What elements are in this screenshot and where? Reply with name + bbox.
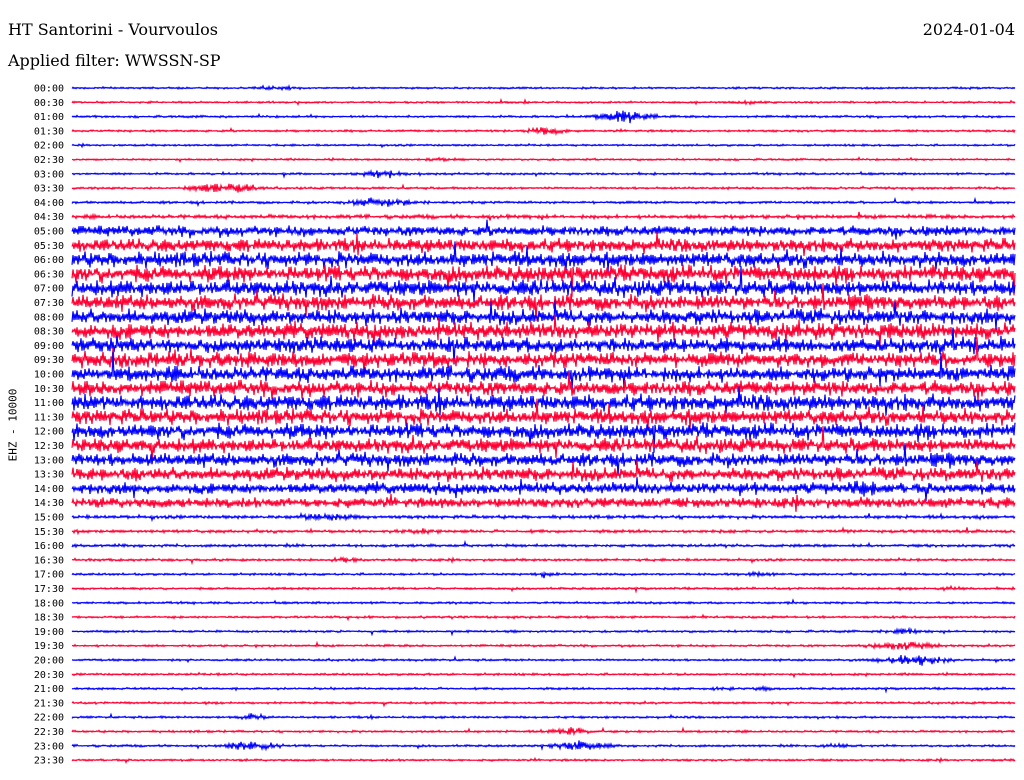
time-tick-label: 19:30 bbox=[34, 641, 64, 652]
time-tick-label: 12:00 bbox=[34, 427, 64, 438]
seismic-trace-line bbox=[71, 613, 1016, 622]
seismic-trace-line bbox=[71, 555, 1016, 566]
seismic-trace-line bbox=[71, 655, 1016, 666]
time-tick-label: 19:00 bbox=[34, 627, 64, 638]
tick-label-group: 00:00 00:30 01:00 01:30 02:00 02:30 03:00 03:30… bbox=[34, 84, 64, 767]
time-tick-label: 12:30 bbox=[34, 441, 64, 452]
seismic-trace-line bbox=[71, 598, 1016, 606]
seismic-trace-line bbox=[71, 264, 1016, 297]
time-tick-label: 04:00 bbox=[34, 198, 64, 209]
seismic-trace-line bbox=[71, 337, 1016, 375]
time-tick-label: 05:00 bbox=[34, 227, 64, 238]
seismic-trace-line bbox=[71, 211, 1016, 221]
trace-group bbox=[71, 84, 1016, 765]
time-tick-label: 08:00 bbox=[34, 312, 64, 323]
time-tick-label: 17:30 bbox=[34, 584, 64, 595]
time-tick-label: 23:00 bbox=[34, 741, 64, 752]
seismic-trace-line bbox=[71, 232, 1016, 256]
seismic-trace-line bbox=[71, 110, 1016, 124]
time-tick-label: 09:00 bbox=[34, 341, 64, 352]
time-tick-label: 07:00 bbox=[34, 284, 64, 295]
time-tick-label: 16:30 bbox=[34, 555, 64, 566]
seismic-trace-line bbox=[71, 726, 1016, 737]
seismic-trace-line bbox=[71, 84, 1016, 92]
seismic-trace-line bbox=[71, 526, 1016, 536]
seismic-trace-line bbox=[71, 584, 1016, 594]
time-tick-label: 06:30 bbox=[34, 269, 64, 280]
seismic-trace-line bbox=[71, 494, 1016, 512]
seismic-trace-line bbox=[71, 196, 1016, 208]
seismic-trace-line bbox=[71, 640, 1016, 651]
time-tick-label: 01:00 bbox=[34, 112, 64, 123]
time-tick-label: 13:00 bbox=[34, 455, 64, 466]
seismic-trace-line bbox=[71, 671, 1016, 679]
seismic-trace-line bbox=[71, 156, 1016, 164]
time-tick-label: 20:30 bbox=[34, 670, 64, 681]
time-tick-label: 21:00 bbox=[34, 684, 64, 695]
seismic-trace-line bbox=[71, 539, 1016, 550]
time-tick-label: 22:30 bbox=[34, 727, 64, 738]
time-tick-label: 10:00 bbox=[34, 370, 64, 381]
seismic-trace-line bbox=[71, 700, 1016, 708]
time-tick-label: 01:30 bbox=[34, 126, 64, 137]
time-tick-label: 14:30 bbox=[34, 498, 64, 509]
seismic-trace-line bbox=[71, 511, 1016, 523]
time-tick-label: 00:00 bbox=[34, 84, 64, 95]
time-tick-label: 06:00 bbox=[34, 255, 64, 266]
time-tick-label: 20:00 bbox=[34, 656, 64, 667]
time-tick-label: 10:30 bbox=[34, 384, 64, 395]
seismic-trace-line bbox=[71, 740, 1016, 752]
helicorder-plot: 00:00 00:30 01:00 01:30 02:00 02:30 03:00 03:30… bbox=[34, 84, 1016, 767]
time-tick-label: 09:30 bbox=[34, 355, 64, 366]
seismic-trace-line bbox=[71, 168, 1016, 179]
time-tick-label: 03:30 bbox=[34, 184, 64, 195]
time-tick-label: 15:30 bbox=[34, 527, 64, 538]
time-tick-label: 23:30 bbox=[34, 756, 64, 767]
time-tick-label: 15:00 bbox=[34, 513, 64, 524]
seismic-trace-line bbox=[71, 684, 1016, 694]
seismic-trace-line bbox=[71, 126, 1016, 136]
seismic-trace-line bbox=[71, 97, 1016, 106]
time-tick-label: 08:30 bbox=[34, 327, 64, 338]
seismic-trace-line bbox=[71, 626, 1016, 637]
seismic-trace-line bbox=[71, 477, 1016, 501]
time-tick-label: 16:00 bbox=[34, 541, 64, 552]
time-tick-label: 02:30 bbox=[34, 155, 64, 166]
seismic-trace-line bbox=[71, 756, 1016, 765]
seismic-trace-line bbox=[71, 219, 1016, 240]
seismic-trace-line bbox=[71, 142, 1016, 149]
time-tick-label: 11:30 bbox=[34, 412, 64, 423]
seismic-trace-line bbox=[71, 183, 1016, 193]
seismic-trace-line bbox=[71, 712, 1016, 721]
time-tick-label: 04:30 bbox=[34, 212, 64, 223]
time-tick-label: 17:00 bbox=[34, 570, 64, 581]
time-tick-label: 14:00 bbox=[34, 484, 64, 495]
time-tick-label: 03:00 bbox=[34, 169, 64, 180]
time-tick-label: 02:00 bbox=[34, 141, 64, 152]
time-tick-label: 18:00 bbox=[34, 598, 64, 609]
time-tick-label: 22:00 bbox=[34, 713, 64, 724]
time-tick-label: 11:00 bbox=[34, 398, 64, 409]
time-tick-label: 21:30 bbox=[34, 698, 64, 709]
time-tick-label: 00:30 bbox=[34, 98, 64, 109]
seismic-trace-line bbox=[71, 570, 1016, 579]
time-tick-label: 07:30 bbox=[34, 298, 64, 309]
time-tick-label: 05:30 bbox=[34, 241, 64, 252]
time-tick-label: 13:30 bbox=[34, 470, 64, 481]
time-tick-label: 18:30 bbox=[34, 613, 64, 624]
